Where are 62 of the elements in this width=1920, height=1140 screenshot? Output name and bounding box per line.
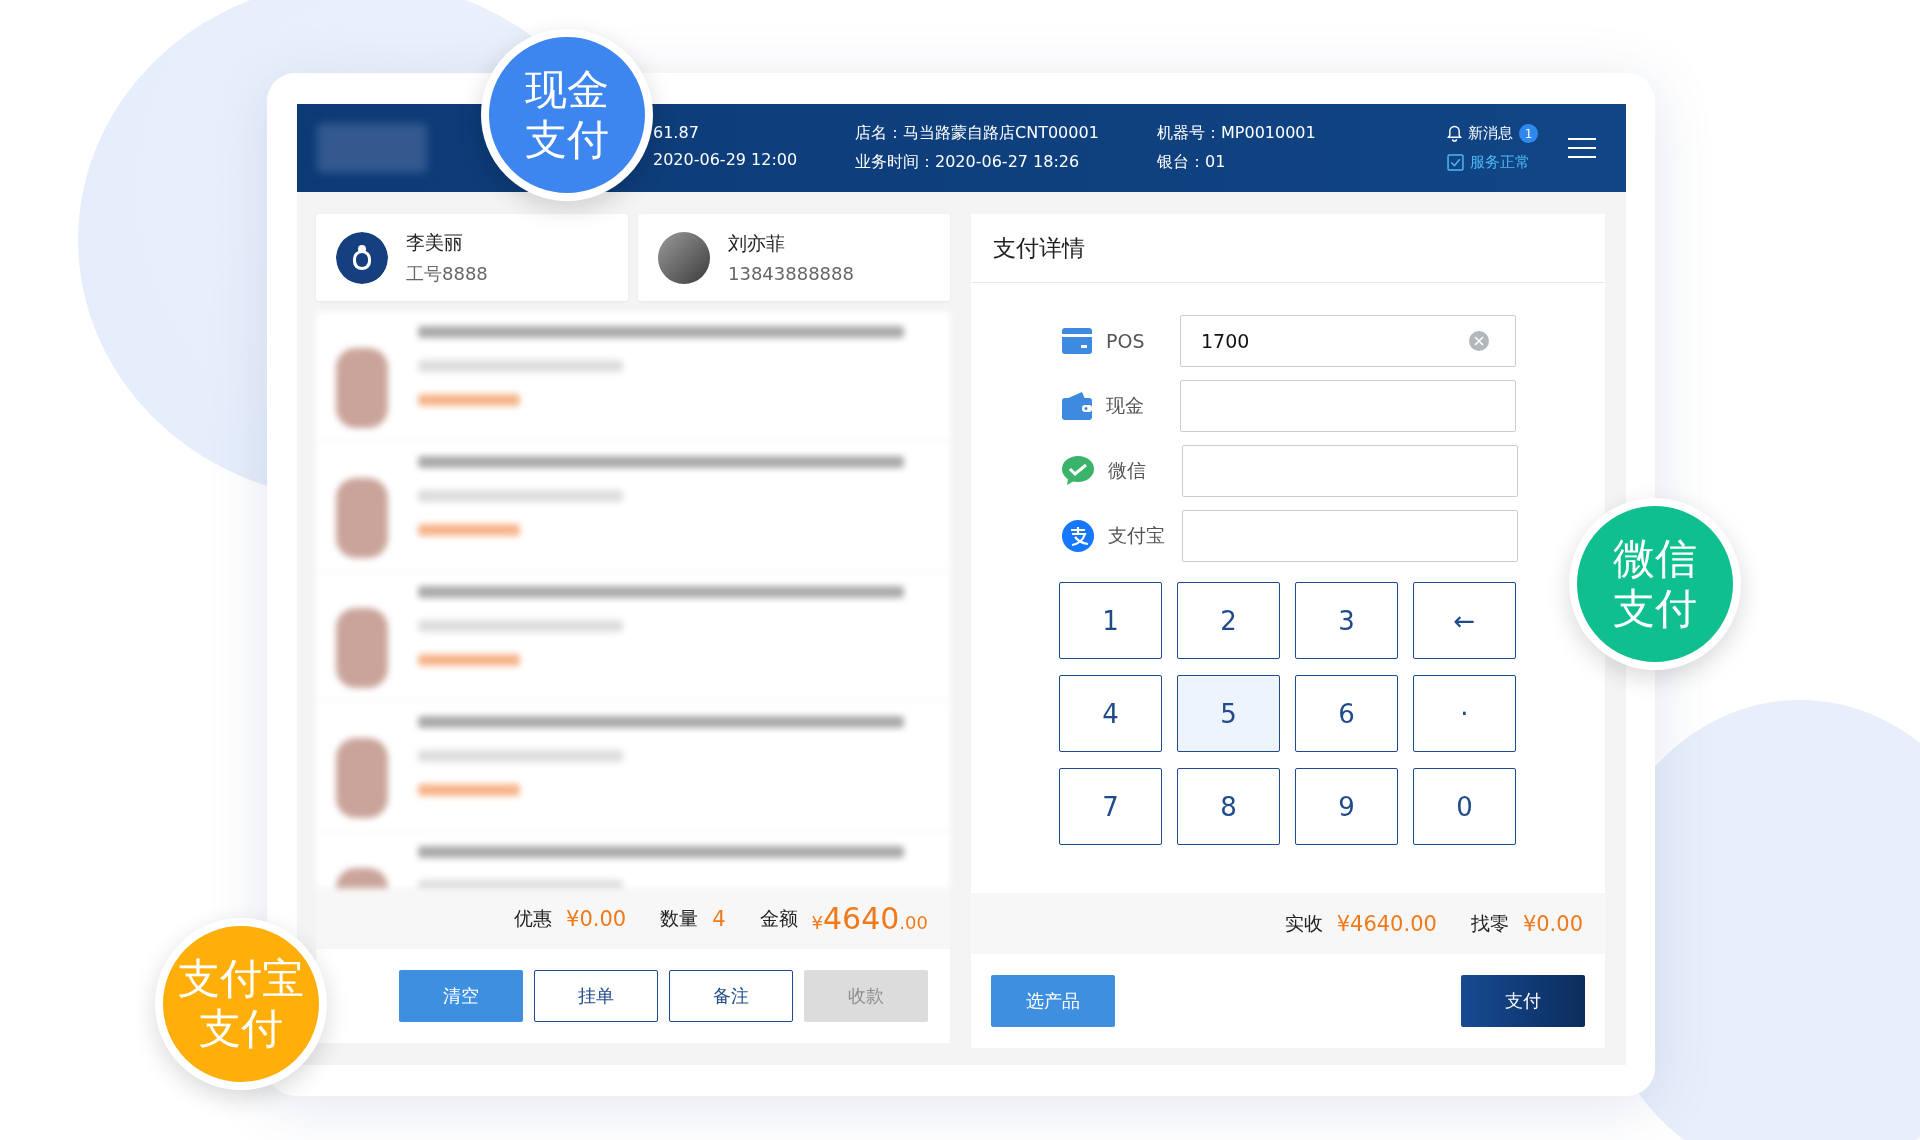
total-label: 找零 — [1470, 910, 1509, 936]
amount-input-field[interactable] — [1182, 445, 1518, 497]
summary-value: ¥0.00 — [566, 906, 627, 931]
amount-input-field[interactable] — [1182, 510, 1518, 562]
bell-icon[interactable] — [1447, 125, 1462, 142]
keypad-key[interactable]: 9 — [1295, 768, 1398, 845]
amount-input-field[interactable] — [1180, 380, 1516, 432]
summary-label: 金额 — [759, 905, 798, 931]
payment-method-label: 现金 — [1106, 393, 1145, 418]
badge-label: 微信 支付 — [1613, 533, 1697, 635]
customer-detail: 工号8888 — [406, 261, 488, 286]
clear-icon[interactable] — [1469, 331, 1489, 351]
avatar-icon — [336, 231, 388, 284]
service-status: 服务正常 — [1470, 153, 1530, 172]
notification-label[interactable]: 新消息 — [1468, 124, 1513, 143]
notification-count: 1 — [1519, 124, 1538, 143]
customer-card[interactable]: 刘亦菲 13843888888 — [638, 214, 950, 301]
keypad-key[interactable]: 7 — [1059, 768, 1162, 845]
summary-value: 4 — [712, 906, 726, 931]
header-info: 银台：01 — [1157, 152, 1227, 173]
action-button[interactable]: 挂单 — [534, 970, 658, 1022]
action-button[interactable]: 支付 — [1461, 975, 1585, 1027]
customer-name: 刘亦菲 — [728, 231, 786, 256]
payment-method-label: 支付宝 — [1108, 523, 1166, 548]
checkbox-icon — [1447, 154, 1464, 171]
header-info: 61.87 — [653, 123, 700, 142]
total-value: ¥0.00 — [1522, 911, 1583, 936]
keypad-key[interactable]: 2 — [1177, 582, 1280, 659]
customer-detail: 13843888888 — [728, 263, 854, 284]
header-info: 店名：马当路蒙自路店CNT00001 — [855, 123, 1100, 144]
payment-method-label: POS — [1106, 330, 1146, 352]
keypad-key[interactable]: 0 — [1413, 768, 1516, 845]
menu-icon[interactable] — [1568, 137, 1596, 159]
keypad-key[interactable]: 4 — [1059, 675, 1162, 752]
chat-check-icon — [1062, 456, 1094, 486]
customer-name: 李美丽 — [406, 229, 464, 255]
badge-label: 支付宝 支付 — [178, 953, 304, 1055]
total-label: 实收 — [1284, 910, 1323, 936]
avatar-placeholder — [658, 231, 710, 284]
pay-circle-icon — [1062, 520, 1094, 552]
action-button[interactable]: 备注 — [669, 970, 793, 1022]
wallet-icon — [1062, 392, 1092, 420]
keypad-key[interactable]: 6 — [1295, 675, 1398, 752]
amount-input-field[interactable]: 1700 — [1180, 315, 1516, 367]
keypad-key[interactable]: 3 — [1295, 582, 1398, 659]
payment-method-label: 微信 — [1108, 458, 1147, 483]
keypad-key[interactable]: 1 — [1059, 582, 1162, 659]
summary-label: 数量 — [660, 905, 699, 931]
badge-label: 现金 支付 — [525, 64, 609, 166]
header-info: 业务时间：2020-06-27 18:26 — [855, 152, 1081, 173]
header-info: 2020-06-29 12:00 — [653, 150, 799, 169]
panel-title: 支付详情 — [971, 214, 1605, 283]
summary-label: 优惠 — [514, 905, 553, 931]
keypad-key[interactable]: · — [1413, 675, 1516, 752]
header-info: 机器号：MP0010001 — [1157, 123, 1316, 144]
summary-value: ¥4640.00 — [811, 901, 928, 936]
keypad-key[interactable]: 5 — [1177, 675, 1280, 752]
customer-card[interactable]: 李美丽 工号8888 — [316, 214, 628, 301]
keypad-key[interactable]: 8 — [1177, 768, 1280, 845]
keypad-key[interactable]: ← — [1413, 582, 1516, 659]
total-value: ¥4640.00 — [1336, 911, 1437, 936]
card-icon — [1062, 328, 1092, 354]
